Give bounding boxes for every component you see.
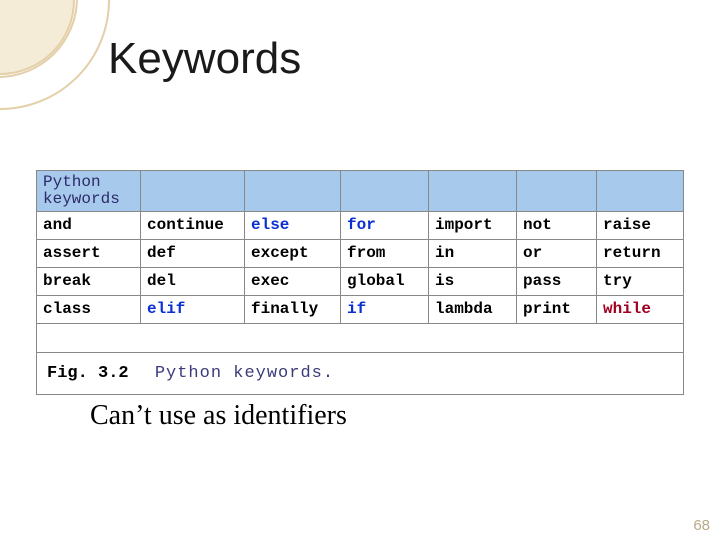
- kw-cell: not: [517, 212, 597, 240]
- kw-cell: elif: [141, 296, 245, 324]
- kw-cell: finally: [245, 296, 341, 324]
- kw-cell: if: [341, 296, 429, 324]
- kw: and: [43, 216, 72, 234]
- table-header-cell: [245, 171, 341, 212]
- spacer-cell: [37, 324, 684, 353]
- kw: while: [603, 300, 651, 318]
- kw-cell: pass: [517, 268, 597, 296]
- corner-arc-inner: [0, 0, 75, 75]
- kw: else: [251, 216, 289, 234]
- kw: pass: [523, 272, 561, 290]
- kw: raise: [603, 216, 651, 234]
- kw-cell: lambda: [429, 296, 517, 324]
- kw: not: [523, 216, 552, 234]
- kw: exec: [251, 272, 289, 290]
- kw-cell: return: [597, 240, 684, 268]
- kw-cell: from: [341, 240, 429, 268]
- kw-cell: else: [245, 212, 341, 240]
- table-header-cell: [517, 171, 597, 212]
- kw-cell: class: [37, 296, 141, 324]
- kw: finally: [251, 300, 318, 318]
- page-number: 68: [693, 517, 710, 534]
- page-subtitle: Can’t use as identifiers: [90, 400, 347, 432]
- kw: if: [347, 300, 366, 318]
- figure-text: Python keywords.: [155, 364, 334, 383]
- kw: return: [603, 244, 661, 262]
- table-row: class elif finally if lambda print while: [37, 296, 684, 324]
- kw-cell: raise: [597, 212, 684, 240]
- corner-arc-quarter: [0, 0, 78, 78]
- kw: break: [43, 272, 91, 290]
- table-row: break del exec global is pass try: [37, 268, 684, 296]
- kw: or: [523, 244, 542, 262]
- kw: lambda: [435, 300, 493, 318]
- table-caption-row: Fig. 3.2 Python keywords.: [37, 353, 684, 395]
- kw-cell: assert: [37, 240, 141, 268]
- kw-cell: global: [341, 268, 429, 296]
- kw: except: [251, 244, 309, 262]
- kw-cell: break: [37, 268, 141, 296]
- kw-cell: while: [597, 296, 684, 324]
- table-header-cell: [429, 171, 517, 212]
- kw: import: [435, 216, 493, 234]
- kw: del: [147, 272, 176, 290]
- kw-cell: for: [341, 212, 429, 240]
- table-row: assert def except from in or return: [37, 240, 684, 268]
- table-row: and continue else for import not raise: [37, 212, 684, 240]
- kw-cell: try: [597, 268, 684, 296]
- kw-cell: del: [141, 268, 245, 296]
- kw-cell: or: [517, 240, 597, 268]
- kw: assert: [43, 244, 101, 262]
- kw: def: [147, 244, 176, 262]
- kw-cell: except: [245, 240, 341, 268]
- table-spacer-row: [37, 324, 684, 353]
- kw: print: [523, 300, 571, 318]
- kw: elif: [147, 300, 185, 318]
- kw-cell: import: [429, 212, 517, 240]
- page-title: Keywords: [108, 34, 301, 84]
- keywords-table: Python keywords and continue else for im…: [36, 170, 684, 395]
- kw: global: [347, 272, 405, 290]
- kw: for: [347, 216, 376, 234]
- table-header-cell: [141, 171, 245, 212]
- kw: try: [603, 272, 632, 290]
- kw-cell: exec: [245, 268, 341, 296]
- kw-cell: def: [141, 240, 245, 268]
- kw: is: [435, 272, 454, 290]
- kw: class: [43, 300, 91, 318]
- kw: in: [435, 244, 454, 262]
- table-header-label: Python keywords: [37, 171, 141, 212]
- corner-arc-outer: [0, 0, 110, 110]
- kw: from: [347, 244, 385, 262]
- kw-cell: is: [429, 268, 517, 296]
- figure-label: Fig. 3.2: [47, 364, 129, 383]
- kw: continue: [147, 216, 224, 234]
- table-header-cell: [341, 171, 429, 212]
- kw-cell: in: [429, 240, 517, 268]
- table-header-row: Python keywords: [37, 171, 684, 212]
- kw-cell: and: [37, 212, 141, 240]
- kw-cell: print: [517, 296, 597, 324]
- table-header-cell: [597, 171, 684, 212]
- kw-cell: continue: [141, 212, 245, 240]
- table-caption: Fig. 3.2 Python keywords.: [37, 353, 684, 395]
